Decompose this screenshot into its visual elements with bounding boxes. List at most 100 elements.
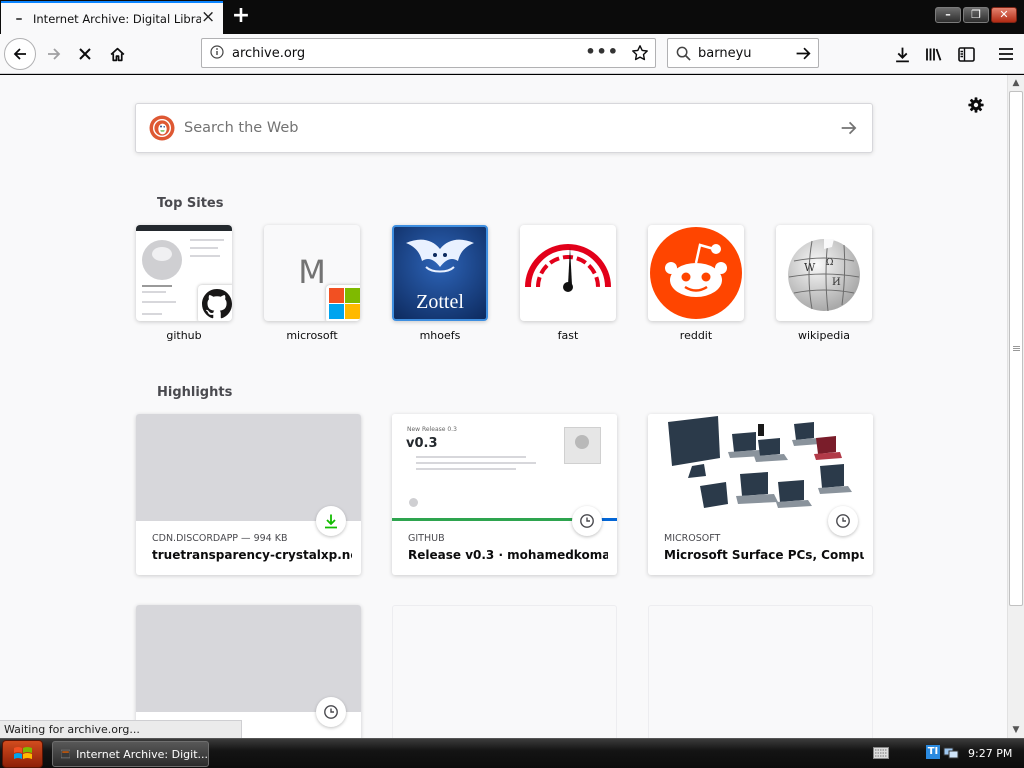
windows-logo-icon [13,747,32,759]
top-site-reddit[interactable]: reddit [648,225,744,342]
taskbar-firefox-item[interactable]: Internet Archive: Digit... [52,741,209,767]
page-actions-menu-icon[interactable]: ••• [585,42,619,61]
highlight-title: Microsoft Surface PCs, Compute... [664,548,864,562]
firefox-app-icon [61,749,71,759]
system-clock[interactable]: 9:27 PM [968,747,1012,760]
highlight-source: CDN.DISCORDAPP — 994 KB [152,533,288,544]
window-close-button[interactable]: ✕ [991,7,1017,23]
window-restore-button[interactable]: ❐ [963,7,989,23]
top-site-label: microsoft [286,329,338,342]
highlight-preview [136,605,361,712]
preview-heading: v0.3 [406,436,438,451]
surface-devices-image [668,416,852,508]
stop-button[interactable] [69,38,101,70]
highlight-preview: New Release 0.3 v0.3 [392,414,617,521]
clock-icon [572,506,602,536]
tab-strip: Internet Archive: Digital Library of Fre… [0,0,1024,34]
web-search-input[interactable] [184,120,824,136]
highlight-title: Release v0.3 · mohamedkomalo/... [408,548,608,562]
zottel-text: Zottel [416,291,464,313]
svg-text:И: И [832,277,841,288]
tab-archive[interactable]: Internet Archive: Digital Library of Fre… [1,1,223,34]
library-button[interactable] [918,38,950,70]
top-site-microsoft[interactable]: M microsoft [264,225,360,342]
start-button[interactable] [2,740,43,768]
stop-x-icon [79,48,91,60]
forward-button[interactable] [38,38,70,70]
top-site-fast-thumbnail[interactable] [520,225,616,321]
top-site-reddit-thumbnail[interactable] [648,225,744,321]
duckduckgo-logo-icon [149,115,175,141]
network-tray-icon[interactable] [943,746,959,760]
web-search-box[interactable] [135,103,873,153]
wikipedia-globe-icon: W Ω И [788,238,860,312]
top-site-microsoft-thumbnail[interactable]: M [264,225,360,321]
back-arrow-icon [13,48,26,60]
github-icon [198,285,232,321]
highlight-empty-slot [392,605,617,738]
top-site-mhoefs-thumbnail[interactable]: Zottel [392,225,488,321]
scroll-up-arrow-icon[interactable]: ▲ [1008,75,1024,91]
scroll-down-arrow-icon[interactable]: ▼ [1008,722,1024,738]
window-minimize-button[interactable]: – [935,7,961,23]
back-button[interactable] [4,38,36,70]
downloads-button[interactable] [886,38,918,70]
language-tray-icon[interactable]: TI [926,745,940,759]
forward-arrow-icon [48,48,61,60]
highlight-empty-slot [648,605,873,738]
download-icon [316,506,346,536]
highlights-heading: Highlights [157,385,233,400]
search-icon [668,46,698,61]
search-input[interactable]: barneyu [698,46,752,61]
top-site-wikipedia[interactable]: W Ω И wikipedia [776,225,872,342]
microsoft-logo-icon [326,285,360,321]
web-search-go-arrow-icon[interactable] [840,119,858,140]
top-site-fast[interactable]: fast [520,225,616,342]
search-bar[interactable]: barneyu [667,38,819,68]
highlight-card-github-release[interactable]: New Release 0.3 v0.3 GITHUB Release v0.3… [392,414,617,575]
tab-loading-icon [13,13,25,25]
highlight-card-microsoft-surface[interactable]: MICROSOFT Microsoft Surface PCs, Compute… [648,414,873,575]
sidebar-button[interactable] [950,38,982,70]
highlight-card-placeholder[interactable] [136,605,361,738]
bookmark-star-icon[interactable] [631,44,649,65]
top-site-wikipedia-thumbnail[interactable]: W Ω И [776,225,872,321]
page-scrollbar[interactable]: ▲ ▼ [1007,75,1024,738]
sidebar-icon [957,46,975,62]
customize-gear-icon[interactable] [966,95,986,115]
new-tab-button[interactable]: + [230,5,252,27]
highlight-source: MICROSOFT [664,533,721,544]
home-button[interactable] [101,38,133,70]
top-site-label: wikipedia [797,329,850,342]
clock-icon [316,697,346,727]
highlight-preview [648,414,873,521]
site-info-icon[interactable] [202,44,232,62]
fast-speedometer-icon [525,244,611,292]
tab-close-icon[interactable]: × [201,9,215,26]
url-text[interactable]: archive.org [232,46,305,61]
top-site-label: mhoefs [419,329,461,342]
top-site-label: fast [557,329,579,342]
search-go-arrow-icon[interactable] [795,45,812,65]
top-site-mhoefs[interactable]: Zottel mhoefs [392,225,488,342]
top-sites-heading: Top Sites [157,196,224,211]
menu-button[interactable] [990,38,1022,70]
preview-small-text: New Release 0.3 [407,426,457,433]
navigation-toolbar: archive.org ••• barneyu [0,34,1024,74]
top-site-label: github [166,329,202,342]
clock-icon [828,506,858,536]
zottel-bat-icon [406,239,474,273]
taskbar-item-label: Internet Archive: Digit... [76,747,208,761]
reddit-icon [650,227,742,319]
url-bar[interactable]: archive.org ••• [201,38,656,68]
highlight-title: truetransparency-crystalxp.net-... [152,548,352,562]
highlight-card-discord[interactable]: CDN.DISCORDAPP — 994 KB truetransparency… [136,414,361,575]
download-icon [895,47,909,62]
tab-title: Internet Archive: Digital Library of Fre… [33,11,201,26]
home-icon [110,47,124,61]
top-site-github-thumbnail[interactable] [136,225,232,321]
scroll-thumb[interactable] [1009,91,1023,606]
top-site-github[interactable]: github [136,225,232,342]
keyboard-tray-icon[interactable] [873,747,889,759]
svg-text:W: W [804,261,816,274]
